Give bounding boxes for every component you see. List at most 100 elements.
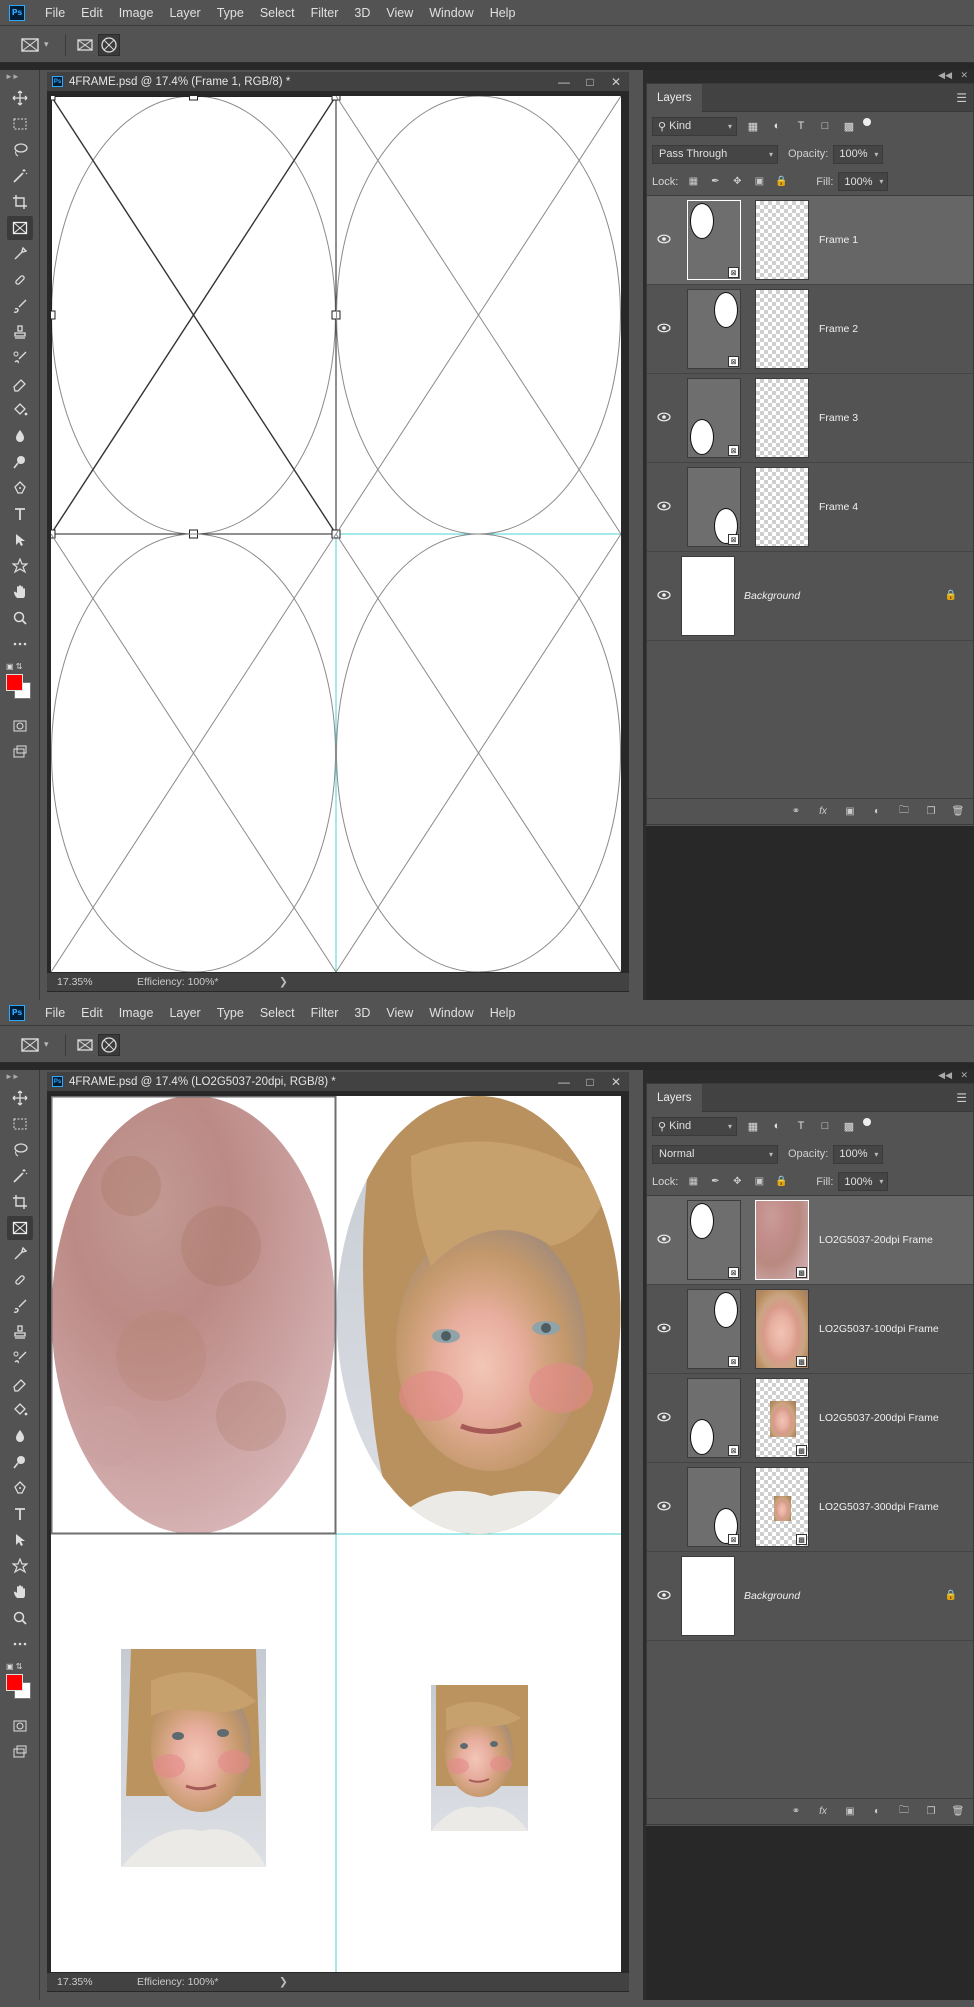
add-mask-icon[interactable]: ▣: [843, 1805, 857, 1819]
crop-icon[interactable]: [7, 190, 33, 214]
layer-name[interactable]: LO2G5037-100dpi Frame: [819, 1323, 939, 1335]
close-icon[interactable]: ✕: [960, 1070, 968, 1081]
zoom-level[interactable]: 17.35%: [47, 976, 117, 988]
menu-type[interactable]: Type: [209, 0, 252, 26]
background-layer-row[interactable]: Background 🔒: [647, 1552, 973, 1641]
fill-field[interactable]: 100% ▾: [838, 1172, 889, 1191]
history-brush-icon[interactable]: [7, 1346, 33, 1370]
new-group-icon[interactable]: 🗀: [897, 805, 911, 819]
grip-icon[interactable]: ►►: [5, 1072, 39, 1084]
foreground-color-swatch[interactable]: [6, 674, 23, 691]
lock-icon[interactable]: 🔒: [945, 1590, 957, 1601]
visibility-eye-icon[interactable]: [657, 1323, 671, 1333]
chevron-down-icon[interactable]: ▾: [44, 1039, 49, 1050]
close-icon[interactable]: ✕: [603, 1075, 629, 1089]
zoom-icon[interactable]: [7, 1606, 33, 1630]
menu-help[interactable]: Help: [482, 1000, 524, 1026]
fill-field[interactable]: 100% ▾: [838, 172, 889, 191]
screen-mode-icon[interactable]: [7, 1740, 33, 1764]
menu-type[interactable]: Type: [209, 1000, 252, 1026]
shape-filter-icon[interactable]: □: [817, 1118, 833, 1134]
smart-object-filter-icon[interactable]: ▩: [841, 118, 857, 134]
hand-icon[interactable]: [7, 1580, 33, 1604]
filter-kind-select[interactable]: ⚲ Kind ▾: [652, 1116, 737, 1136]
menu-window[interactable]: Window: [421, 0, 481, 26]
document-tab[interactable]: Ps 4FRAME.psd @ 17.4% (Frame 1, RGB/8) *…: [47, 72, 629, 92]
layer-row[interactable]: ⊠ Frame 3: [647, 374, 973, 463]
close-icon[interactable]: ✕: [603, 75, 629, 89]
minimize-icon[interactable]: —: [551, 75, 577, 89]
healing-icon[interactable]: [7, 1268, 33, 1292]
move-icon[interactable]: [7, 1086, 33, 1110]
type-icon[interactable]: [7, 502, 33, 526]
menu-select[interactable]: Select: [252, 0, 303, 26]
visibility-eye-icon[interactable]: [657, 1501, 671, 1511]
more-icon[interactable]: [7, 1632, 33, 1656]
shape-filter-icon[interactable]: □: [817, 118, 833, 134]
menu-help[interactable]: Help: [482, 0, 524, 26]
menu-3d[interactable]: 3D: [346, 1000, 378, 1026]
screen-mode-icon[interactable]: [7, 740, 33, 764]
visibility-eye-icon[interactable]: [657, 412, 671, 422]
tab-layers[interactable]: Layers: [647, 1083, 702, 1112]
color-swatches[interactable]: ▣ ⇅: [0, 1662, 40, 1712]
background-thumbnail[interactable]: [681, 1556, 735, 1636]
frame-content-thumbnail[interactable]: [755, 378, 809, 458]
menu-layer[interactable]: Layer: [161, 1000, 208, 1026]
eraser-icon[interactable]: [7, 372, 33, 396]
frame-content-thumbnail[interactable]: ▩: [755, 1289, 809, 1369]
maximize-icon[interactable]: □: [577, 1075, 603, 1089]
layer-name[interactable]: Frame 3: [819, 412, 858, 424]
stamp-icon[interactable]: [7, 320, 33, 344]
visibility-eye-icon[interactable]: [657, 234, 671, 244]
menu-image[interactable]: Image: [111, 0, 162, 26]
frame-mask-thumbnail[interactable]: ⊠: [687, 1467, 741, 1547]
layer-name[interactable]: Background: [744, 590, 800, 602]
close-icon[interactable]: ✕: [960, 70, 968, 81]
panel-menu-icon[interactable]: ☰: [956, 1091, 967, 1105]
hand-icon[interactable]: [7, 580, 33, 604]
menu-file[interactable]: File: [37, 1000, 73, 1026]
layer-style-icon[interactable]: fx: [816, 1805, 830, 1819]
dodge-icon[interactable]: [7, 450, 33, 474]
link-layers-icon[interactable]: ⚭: [789, 1805, 803, 1819]
quick-mask-icon[interactable]: [7, 1714, 33, 1738]
new-layer-icon[interactable]: ❐: [924, 805, 938, 819]
pixel-filter-icon[interactable]: ▦: [745, 118, 761, 134]
background-thumbnail[interactable]: [681, 556, 735, 636]
document-tab[interactable]: Ps 4FRAME.psd @ 17.4% (LO2G5037-20dpi, R…: [47, 1072, 629, 1092]
dodge-icon[interactable]: [7, 1450, 33, 1474]
link-layers-icon[interactable]: ⚭: [789, 805, 803, 819]
eyedropper-icon[interactable]: [7, 242, 33, 266]
frame-mask-thumbnail[interactable]: ⊠: [687, 1289, 741, 1369]
pixel-filter-icon[interactable]: ▦: [745, 1118, 761, 1134]
add-mask-icon[interactable]: ▣: [843, 805, 857, 819]
type-filter-icon[interactable]: T: [793, 1118, 809, 1134]
type-filter-icon[interactable]: T: [793, 118, 809, 134]
frame-content-thumbnail[interactable]: [755, 467, 809, 547]
menu-filter[interactable]: Filter: [303, 1000, 347, 1026]
pen-icon[interactable]: [7, 1476, 33, 1500]
visibility-eye-icon[interactable]: [657, 1234, 671, 1244]
layer-name[interactable]: LO2G5037-300dpi Frame: [819, 1501, 939, 1513]
eyedropper-icon[interactable]: [7, 1242, 33, 1266]
default-colors-icon[interactable]: ▣ ⇅: [6, 1662, 22, 1671]
adjustment-filter-icon[interactable]: ◐: [769, 118, 785, 134]
layer-name[interactable]: LO2G5037-200dpi Frame: [819, 1412, 939, 1424]
frame-mask-thumbnail[interactable]: ⊠: [687, 289, 741, 369]
magic-wand-icon[interactable]: [7, 164, 33, 188]
canvas[interactable]: [51, 1096, 621, 1972]
frame-mask-thumbnail[interactable]: ⊠: [687, 378, 741, 458]
layer-name[interactable]: Background: [744, 1590, 800, 1602]
new-layer-icon[interactable]: ❐: [924, 1805, 938, 1819]
frame-tool-preset-icon[interactable]: [20, 1037, 40, 1053]
delete-layer-icon[interactable]: 🗑: [951, 1805, 965, 1819]
menu-window[interactable]: Window: [421, 1000, 481, 1026]
menu-3d[interactable]: 3D: [346, 0, 378, 26]
foreground-color-swatch[interactable]: [6, 1674, 23, 1691]
shape-icon[interactable]: [7, 1554, 33, 1578]
chevron-down-icon[interactable]: ▾: [44, 39, 49, 50]
visibility-eye-icon[interactable]: [657, 590, 671, 600]
lock-artboard-icon[interactable]: ▣: [752, 1175, 766, 1189]
layer-row[interactable]: ⊠ Frame 4: [647, 463, 973, 552]
